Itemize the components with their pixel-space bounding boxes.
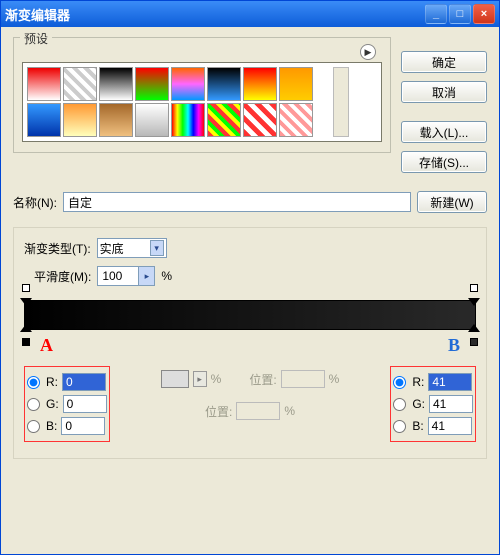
preset-swatch[interactable] xyxy=(279,67,313,101)
radio-g-a[interactable] xyxy=(27,398,40,411)
preset-swatch[interactable] xyxy=(135,67,169,101)
radio-b-a[interactable] xyxy=(27,420,40,433)
percent-sign: % xyxy=(329,372,340,386)
name-label: 名称(N): xyxy=(13,194,57,211)
label-r: R: xyxy=(46,375,58,389)
input-r-a[interactable]: 0 xyxy=(62,373,106,391)
input-r-b[interactable]: 41 xyxy=(428,373,472,391)
side-buttons: 确定 取消 载入(L)... 存储(S)... xyxy=(401,51,487,173)
label-g: G: xyxy=(412,397,425,411)
input-g-a[interactable]: 0 xyxy=(63,395,107,413)
gradient-type-label: 渐变类型(T): xyxy=(24,240,91,257)
preset-swatch[interactable] xyxy=(63,67,97,101)
gradient-bar[interactable] xyxy=(24,300,476,330)
preset-swatch[interactable] xyxy=(171,67,205,101)
chevron-right-icon: ▸ xyxy=(138,267,154,285)
radio-g-b[interactable] xyxy=(393,398,406,411)
color-stop-left[interactable] xyxy=(20,324,32,346)
preset-swatch[interactable] xyxy=(243,103,277,137)
gradient-bar-editor: A B xyxy=(24,300,476,330)
maximize-button[interactable]: □ xyxy=(449,4,471,24)
chevron-right-icon: ▸ xyxy=(193,371,207,387)
smoothness-spinner[interactable]: ▸ xyxy=(97,266,155,286)
window-title: 渐变编辑器 xyxy=(5,5,423,24)
color-swatch-button[interactable] xyxy=(161,370,189,388)
minimize-button[interactable]: _ xyxy=(425,4,447,24)
input-b-a[interactable]: 0 xyxy=(61,417,105,435)
preset-swatch[interactable] xyxy=(279,103,313,137)
smoothness-input[interactable] xyxy=(98,267,138,285)
label-b: B: xyxy=(46,419,57,433)
rgb-group-a: R:0 G:0 B:0 xyxy=(24,366,110,442)
presets-scrollbar[interactable] xyxy=(333,67,349,137)
presets-fieldset: 预设 ▶ xyxy=(13,37,391,153)
opacity-stop-right[interactable] xyxy=(468,284,480,306)
save-button[interactable]: 存储(S)... xyxy=(401,151,487,173)
percent-sign: % xyxy=(161,269,172,283)
presets-menu-button[interactable]: ▶ xyxy=(360,44,376,60)
color-stop-right[interactable] xyxy=(468,324,480,346)
load-button[interactable]: 载入(L)... xyxy=(401,121,487,143)
preset-swatch[interactable] xyxy=(207,67,241,101)
gradient-editor-window: 渐变编辑器 _ □ × 预设 ▶ 确定 取消 载入(L)... 存储(S)... xyxy=(0,0,500,555)
preset-swatch[interactable] xyxy=(99,67,133,101)
position-input-2[interactable] xyxy=(236,402,280,420)
new-button[interactable]: 新建(W) xyxy=(417,191,487,213)
name-row: 名称(N): 新建(W) xyxy=(13,191,487,213)
label-g: G: xyxy=(46,397,59,411)
radio-b-b[interactable] xyxy=(393,420,406,433)
input-g-b[interactable]: 41 xyxy=(429,395,473,413)
smoothness-label: 平滑度(M): xyxy=(34,268,91,285)
preset-swatch[interactable] xyxy=(135,103,169,137)
cancel-button[interactable]: 取消 xyxy=(401,81,487,103)
rgb-group-b: R:41 G:41 B:41 xyxy=(390,366,476,442)
middle-controls: ▸ % 位置: % 位置: % xyxy=(161,366,340,424)
gradient-section: 渐变类型(T): 实底 ▾ 平滑度(M): ▸ % xyxy=(13,227,487,459)
presets-box xyxy=(22,62,382,142)
window-body: 预设 ▶ 确定 取消 载入(L)... 存储(S)... 名称(N): 新建(W… xyxy=(1,27,499,469)
name-input[interactable] xyxy=(63,192,411,212)
preset-swatch[interactable] xyxy=(243,67,277,101)
preset-swatch[interactable] xyxy=(27,103,61,137)
position-input[interactable] xyxy=(281,370,325,388)
chevron-down-icon: ▾ xyxy=(150,240,164,256)
gradient-type-value: 实底 xyxy=(100,240,124,257)
annotation-b: B xyxy=(448,335,460,356)
label-r: R: xyxy=(412,375,424,389)
close-button[interactable]: × xyxy=(473,4,495,24)
radio-r-b[interactable] xyxy=(393,376,406,389)
opacity-stop-left[interactable] xyxy=(20,284,32,306)
gradient-type-select[interactable]: 实底 ▾ xyxy=(97,238,167,258)
position-label: 位置: xyxy=(249,371,276,388)
preset-swatch[interactable] xyxy=(99,103,133,137)
presets-legend: 预设 xyxy=(20,30,52,47)
swatch-grid xyxy=(27,67,327,137)
label-b: B: xyxy=(412,419,423,433)
percent-sign: % xyxy=(284,404,295,418)
percent-sign: % xyxy=(211,372,222,386)
radio-r-a[interactable] xyxy=(27,376,40,389)
preset-swatch[interactable] xyxy=(63,103,97,137)
position-label: 位置: xyxy=(205,403,232,420)
preset-swatch[interactable] xyxy=(171,103,205,137)
preset-swatch[interactable] xyxy=(207,103,241,137)
ok-button[interactable]: 确定 xyxy=(401,51,487,73)
preset-swatch[interactable] xyxy=(27,67,61,101)
annotation-a: A xyxy=(40,335,53,356)
titlebar[interactable]: 渐变编辑器 _ □ × xyxy=(1,1,499,27)
input-b-b[interactable]: 41 xyxy=(428,417,472,435)
